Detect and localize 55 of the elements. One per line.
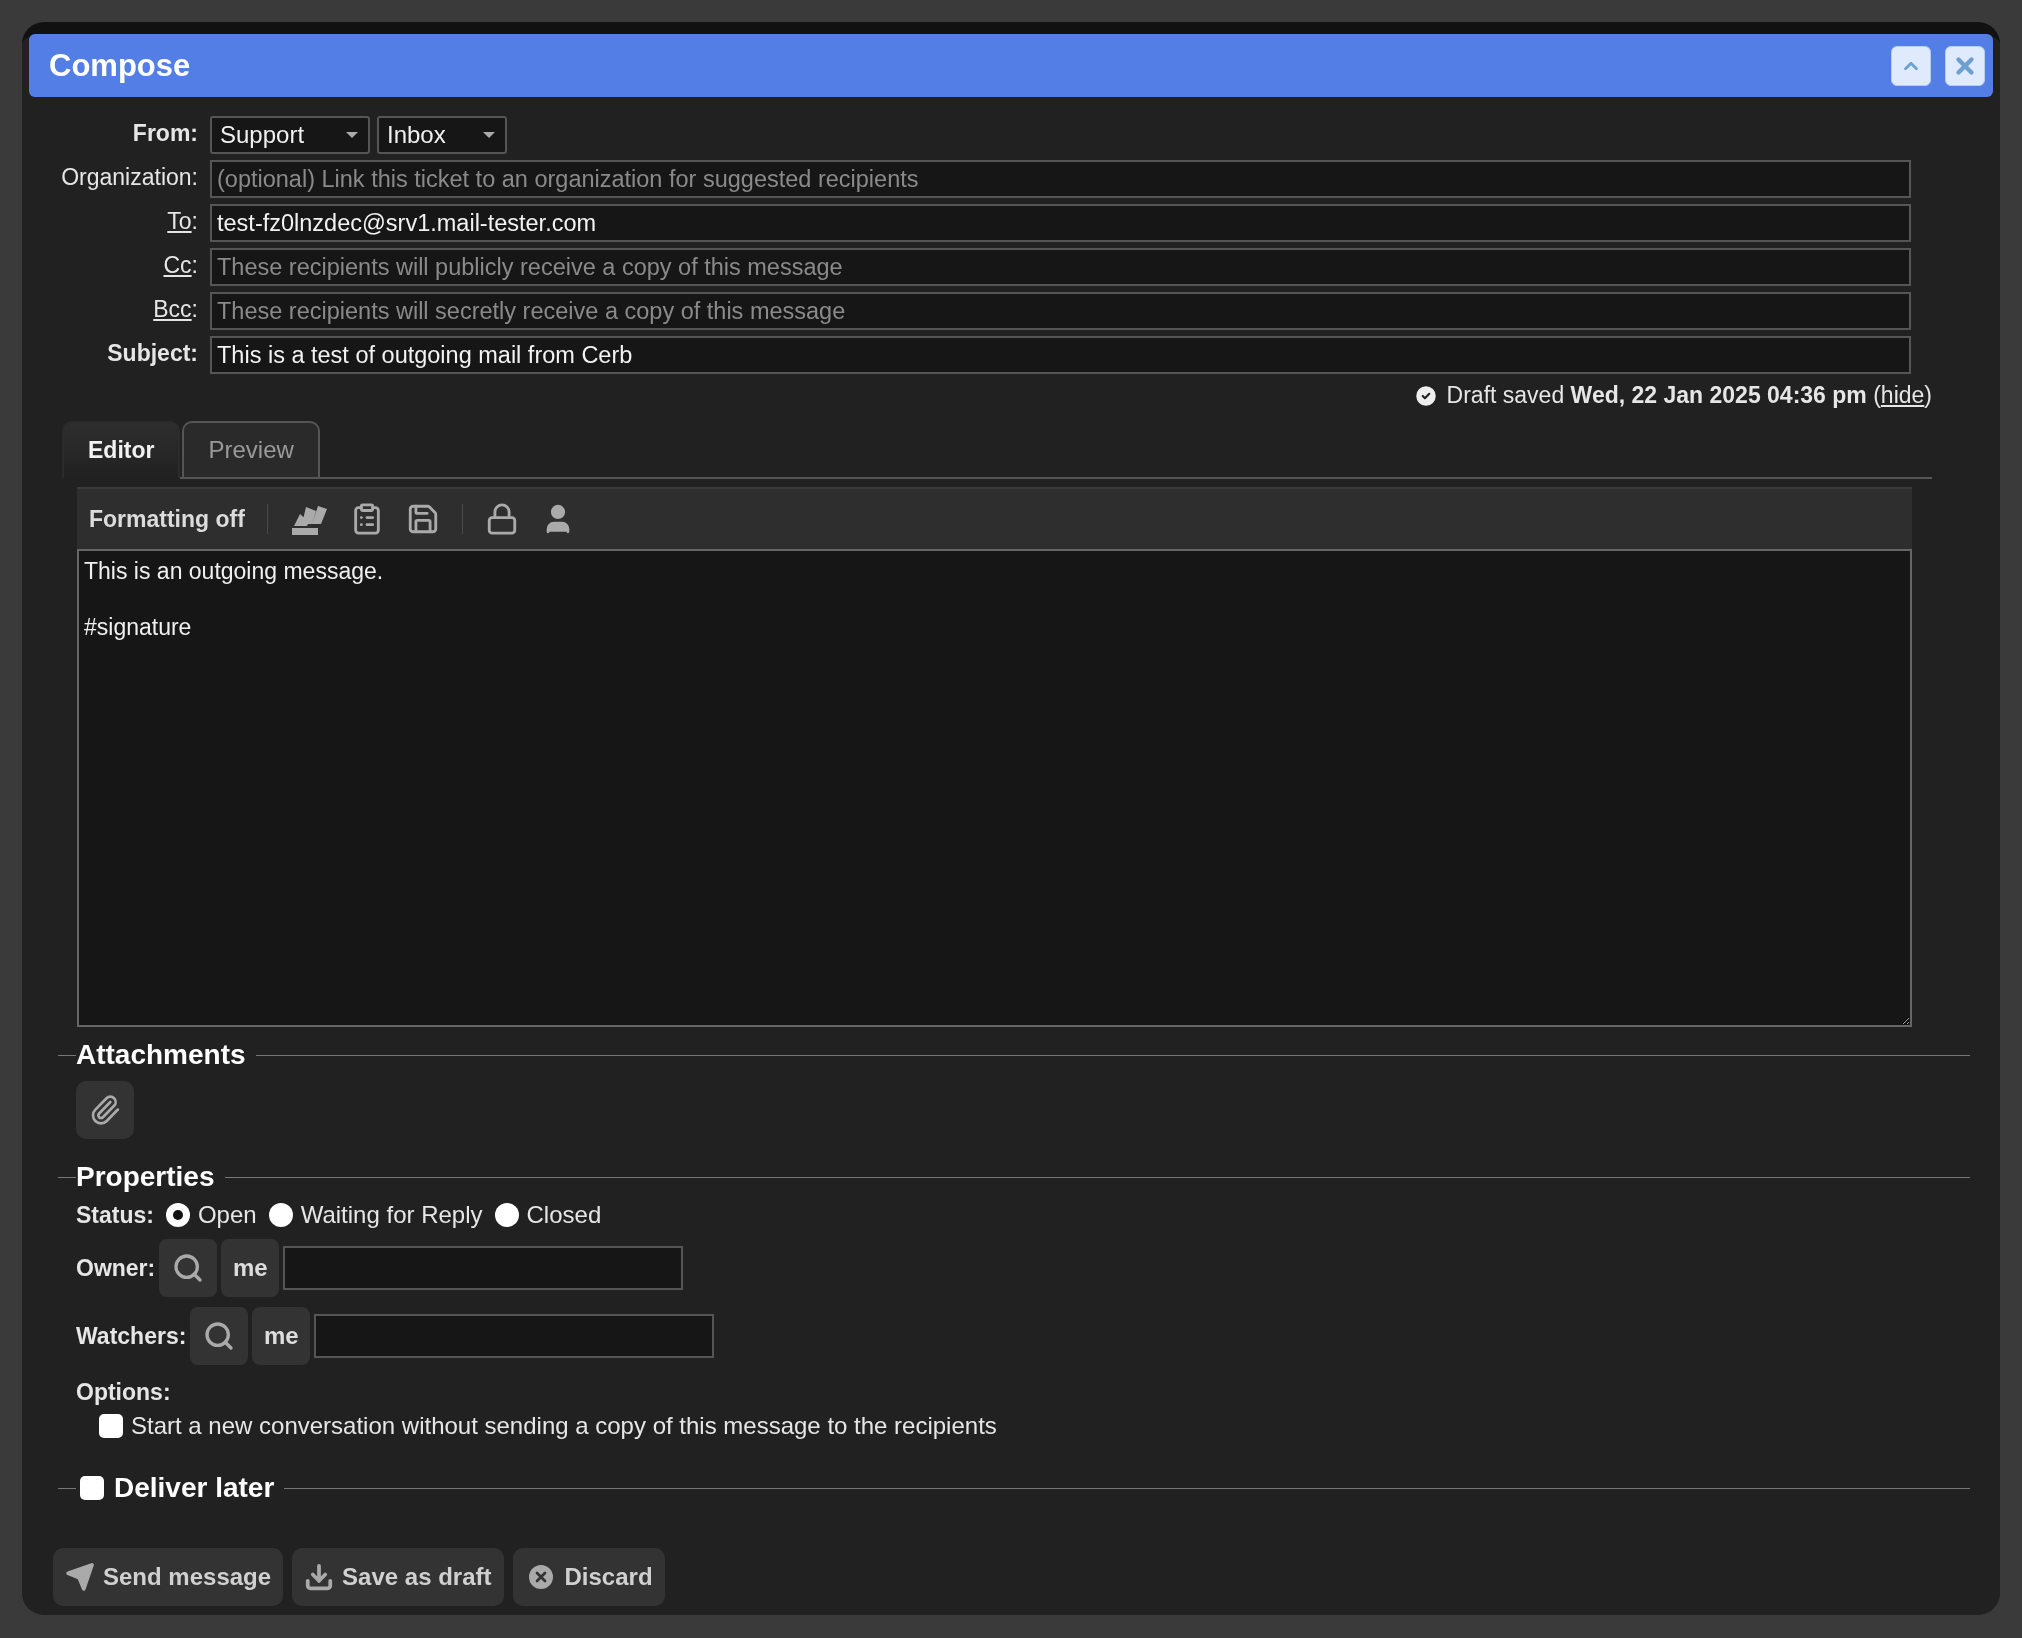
tab[interactable]: Editor: [62, 421, 181, 479]
section-heading: Attachments: [76, 1039, 246, 1071]
options-label: Options:: [76, 1379, 171, 1406]
dialog-title: Compose: [49, 47, 191, 84]
status-label: Status:: [76, 1201, 154, 1229]
download-icon: [304, 1562, 335, 1592]
checkbox-label: Start a new conversation without sending a copy of this message to the recipients: [131, 1412, 997, 1440]
picker-label: Watchers:: [76, 1322, 187, 1350]
picker-label: Owner:: [76, 1254, 156, 1282]
radio-button[interactable]: [165, 1203, 190, 1227]
dropdown[interactable]: Inbox: [377, 116, 507, 154]
close-button[interactable]: [1945, 45, 1985, 86]
me-button[interactable]: me: [252, 1307, 311, 1365]
tab[interactable]: Preview: [182, 421, 320, 477]
message-body[interactable]: This is an outgoing message. #signature: [77, 549, 1912, 1027]
field-link[interactable]: Bcc: [153, 296, 192, 322]
field-link[interactable]: To: [167, 208, 192, 234]
action-button[interactable]: Send message: [53, 1548, 284, 1606]
radio-label: Closed: [526, 1201, 602, 1229]
checkbox[interactable]: [80, 1476, 104, 1500]
action-button[interactable]: Save as draft: [292, 1548, 504, 1606]
formatting-toggle[interactable]: Formatting off: [89, 505, 245, 533]
radio-label: Waiting for Reply: [300, 1201, 483, 1229]
text-field[interactable]: These recipients will publicly receive a copy of this message: [210, 248, 1911, 286]
paper-plane-icon: [65, 1562, 95, 1592]
checkbox[interactable]: [99, 1414, 123, 1438]
search-button[interactable]: [190, 1307, 249, 1365]
text-field[interactable]: test-fz0lnzdec@srv1.mail-tester.com: [210, 204, 1911, 242]
field-label: Cc:: [162, 251, 198, 279]
picker-field[interactable]: [283, 1246, 684, 1290]
attach-button[interactable]: [76, 1081, 134, 1139]
field-label: To:: [166, 207, 198, 235]
text-field[interactable]: These recipients will secretly receive a copy of this message: [210, 292, 1911, 330]
collapse-button[interactable]: [1891, 45, 1931, 86]
field-label: From:: [131, 119, 198, 147]
radio-label: Open: [197, 1201, 257, 1229]
radio-button[interactable]: [494, 1203, 519, 1227]
picker-field[interactable]: [314, 1314, 715, 1358]
search-icon: [172, 1252, 205, 1284]
paperclip-icon: [89, 1094, 121, 1126]
dropdown[interactable]: Support: [210, 116, 370, 154]
field-label: Subject:: [106, 339, 198, 367]
search-icon: [203, 1320, 236, 1352]
draft-status: Draft saved Wed, 22 Jan 2025 04:36 pm (hide): [1446, 382, 1932, 409]
action-button[interactable]: Discard: [512, 1548, 665, 1606]
text-field[interactable]: (optional) Link this ticket to an organization for suggested recipients: [210, 160, 1911, 198]
search-button[interactable]: [159, 1239, 218, 1297]
section-heading: Properties: [76, 1161, 215, 1193]
field-link[interactable]: Cc: [163, 252, 192, 278]
field-label: Bcc:: [152, 295, 198, 323]
field-label: Organization:: [60, 163, 198, 191]
text-field[interactable]: This is a test of outgoing mail from Cerb: [210, 336, 1911, 374]
radio-button[interactable]: [268, 1203, 293, 1227]
me-button[interactable]: me: [221, 1239, 280, 1297]
section-heading: Deliver later: [114, 1472, 275, 1504]
